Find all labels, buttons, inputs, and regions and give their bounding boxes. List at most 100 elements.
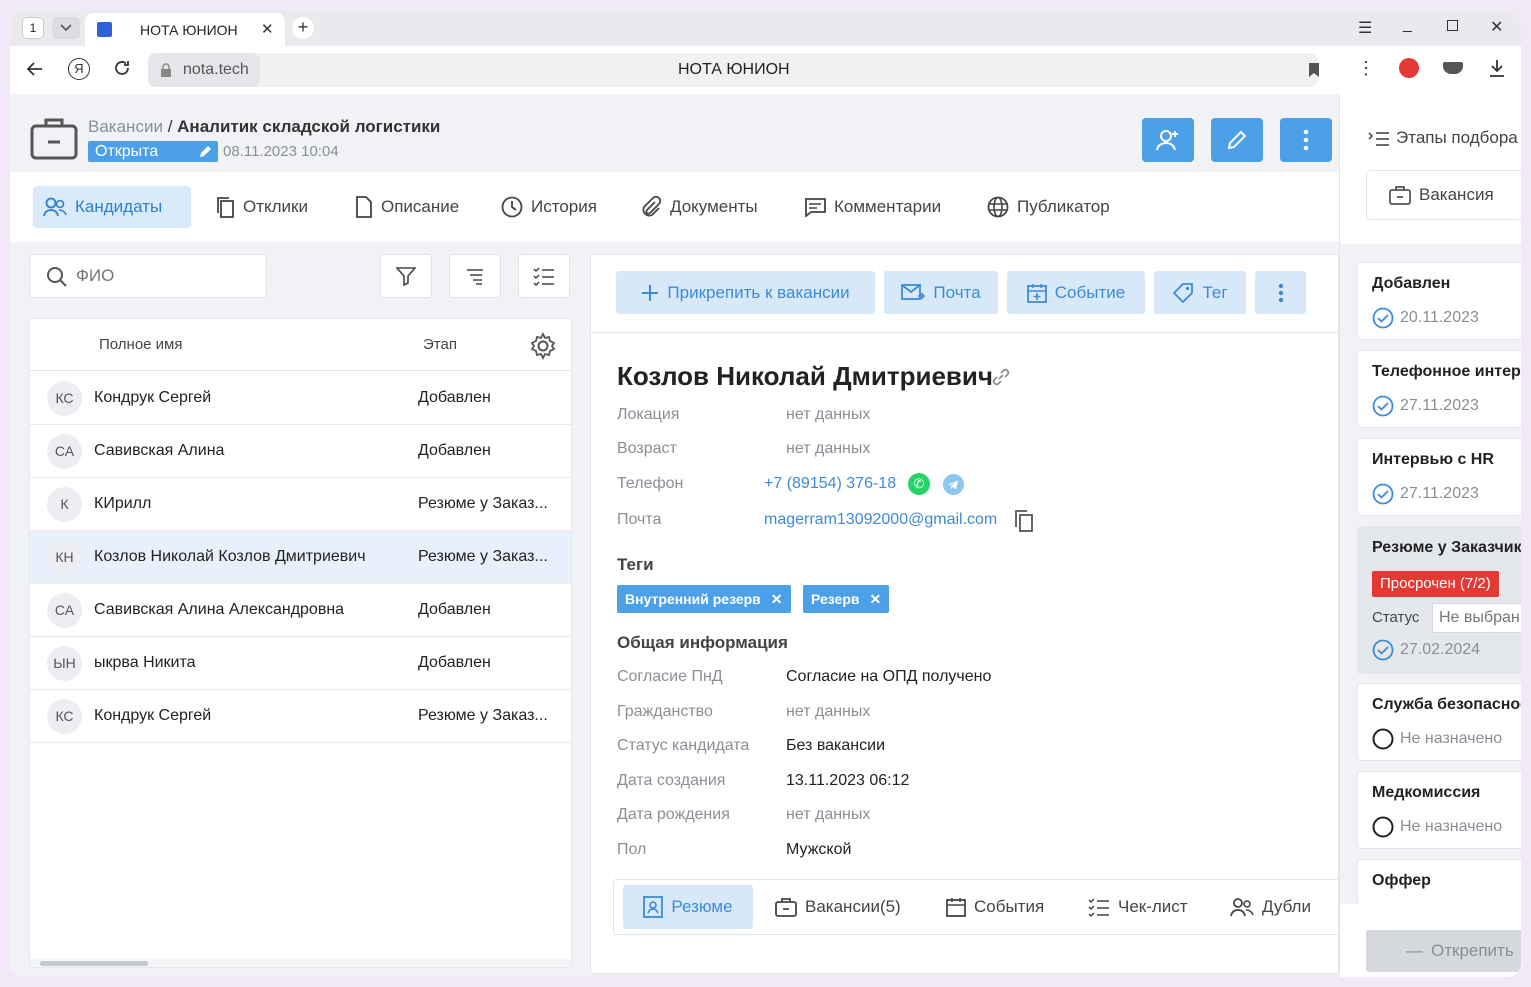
copy-icon[interactable] — [1014, 509, 1034, 533]
link-icon[interactable] — [990, 366, 1012, 388]
status-badge[interactable]: Открыта — [88, 141, 218, 162]
breadcrumb-separator: / — [167, 117, 173, 136]
stage-card[interactable]: Интервью с HR 27.11.2023 — [1357, 438, 1521, 516]
check-circle-icon — [1372, 395, 1394, 417]
phone-link[interactable]: +7 (89154) 376-18 — [764, 475, 896, 493]
more-candidate-actions-button[interactable] — [1255, 271, 1306, 314]
table-row-selected[interactable]: КН Козлов Николай Козлов Дмитриевич Резю… — [30, 531, 571, 584]
tab-close-icon[interactable]: ✕ — [261, 20, 274, 38]
breadcrumb-parent[interactable]: Вакансии — [88, 117, 163, 136]
stage-card[interactable]: Добавлен 20.11.2023 — [1357, 262, 1521, 340]
minimize-icon[interactable]: _ — [1403, 16, 1412, 34]
download-icon[interactable] — [1488, 58, 1506, 78]
sort-icon — [467, 269, 483, 285]
scrollbar-thumb[interactable] — [40, 961, 148, 966]
table-row[interactable]: К КИрилл Резюме у Заказ... — [30, 478, 571, 531]
button-label: Событие — [1054, 282, 1126, 302]
filter-button[interactable] — [380, 254, 432, 298]
stage-title: Добавлен — [1372, 275, 1451, 292]
back-arrow-icon[interactable] — [25, 59, 45, 79]
add-candidate-button[interactable] — [1142, 118, 1194, 162]
attach-to-vacancy-button[interactable]: Прикрепить к вакансии — [616, 271, 875, 314]
table-row[interactable]: КС Кондрук Сергей Добавлен — [30, 372, 571, 425]
stage-card-active[interactable]: Резюме у Заказчика Просрочен (7/2) Стату… — [1357, 526, 1521, 674]
new-tab-icon[interactable]: + — [292, 17, 314, 39]
tab-candidates[interactable]: Кандидаты — [33, 186, 191, 228]
more-actions-button[interactable] — [1280, 118, 1332, 162]
reload-icon[interactable] — [112, 58, 132, 78]
stage-card[interactable]: Служба безопаснос Не назначено — [1357, 683, 1521, 761]
tab-documents[interactable]: Документы — [630, 186, 768, 228]
whatsapp-icon[interactable]: ✆ — [908, 473, 930, 495]
checklist-button[interactable] — [518, 254, 570, 298]
event-button[interactable]: Событие — [1007, 271, 1145, 314]
candidate-name: Кондрук Сергей — [94, 707, 212, 724]
tab-resume[interactable]: Резюме — [623, 885, 753, 929]
tag-chip[interactable]: Резерв ✕ — [803, 585, 890, 613]
search-box — [29, 254, 267, 298]
button-label: Открепить — [1431, 941, 1514, 960]
browser-tab[interactable]: НОТА ЮНИОН ✕ — [85, 13, 285, 46]
tab-comments[interactable]: Комментарии — [794, 186, 951, 228]
detach-button[interactable]: — Открепить — [1366, 930, 1521, 972]
search-input[interactable] — [76, 264, 256, 288]
users-icon — [1230, 898, 1254, 917]
column-header-stage[interactable]: Этап — [423, 336, 457, 353]
more-vertical-icon[interactable]: ⋮ — [1357, 58, 1375, 79]
sort-button[interactable] — [449, 254, 501, 298]
tab-duplicates[interactable]: Дубли — [1230, 885, 1311, 929]
tab-label: Документы — [670, 197, 758, 216]
minus-icon: — — [1406, 941, 1423, 960]
stage-date: Не назначено — [1372, 728, 1502, 750]
candidate-name: ыкрва Никита — [94, 654, 196, 671]
column-header-name[interactable]: Полное имя — [99, 336, 183, 353]
extension-icon[interactable] — [1399, 58, 1419, 78]
stage-card[interactable]: Медкомиссия Не назначено — [1357, 771, 1521, 849]
horizontal-scrollbar[interactable] — [30, 959, 571, 967]
yandex-icon[interactable]: Я — [68, 58, 90, 80]
stage-status-select[interactable] — [1432, 603, 1521, 633]
stages-panel: Этапы подбора Вакансия Добавлен 20.11.20… — [1339, 94, 1521, 977]
calendar-icon — [946, 898, 966, 917]
tag-button[interactable]: Тег — [1154, 271, 1246, 314]
briefcase-icon — [775, 898, 797, 917]
page-title: Аналитик складской логистики — [177, 117, 441, 136]
tab-counter[interactable]: 1 — [22, 17, 44, 39]
telegram-icon[interactable] — [943, 474, 964, 495]
search-icon — [47, 267, 67, 287]
tab-events[interactable]: События — [946, 885, 1044, 929]
browser-menu-icon[interactable]: ☰ — [1358, 18, 1372, 38]
tab-publisher[interactable]: Публикатор — [977, 186, 1120, 228]
tab-history[interactable]: История — [491, 186, 607, 228]
table-row[interactable]: КС Кондрук Сергей Резюме у Заказ... — [30, 690, 571, 743]
tab-responses[interactable]: Отклики — [205, 186, 318, 228]
url-field[interactable]: nota.tech НОТА ЮНИОН — [148, 53, 1320, 87]
comment-icon — [805, 198, 826, 217]
tag-chip[interactable]: Внутренний резерв ✕ — [617, 585, 791, 613]
mail-button[interactable]: Почта — [884, 271, 998, 314]
location-value: нет данных — [786, 406, 871, 423]
tab-vacancy[interactable]: Вакансия — [1366, 170, 1521, 220]
protect-icon[interactable] — [1443, 62, 1463, 74]
bookmark-icon[interactable] — [1308, 62, 1320, 78]
stage-title: Служба безопаснос — [1372, 696, 1521, 713]
edit-vacancy-button[interactable] — [1211, 118, 1263, 162]
page-title-in-bar: НОТА ЮНИОН — [678, 61, 790, 78]
stage-card[interactable]: Телефонное интерв 27.11.2023 — [1357, 350, 1521, 428]
tab-label: Резюме — [671, 897, 733, 916]
tag-remove-icon[interactable]: ✕ — [771, 591, 783, 608]
tag-remove-icon[interactable]: ✕ — [870, 591, 882, 608]
email-link[interactable]: magerram13092000@gmail.com — [764, 511, 997, 529]
tab-checklist[interactable]: Чек-лист — [1088, 885, 1188, 929]
tag-label: Внутренний резерв — [625, 591, 761, 607]
gear-icon[interactable] — [529, 332, 557, 360]
restore-icon[interactable] — [1447, 20, 1458, 31]
table-row[interactable]: СА Савивская Алина Добавлен — [30, 425, 571, 478]
tabs-dropdown-icon[interactable] — [52, 17, 80, 39]
tab-vacancies[interactable]: Вакансии(5) — [775, 885, 901, 929]
table-row[interactable]: ЫН ыкрва Никита Добавлен — [30, 637, 571, 690]
stage-card[interactable]: Оффер — [1357, 859, 1521, 904]
table-row[interactable]: СА Савивская Алина Александровна Добавле… — [30, 584, 571, 637]
window-close-icon[interactable]: ✕ — [1490, 17, 1503, 37]
tab-description[interactable]: Описание — [345, 186, 469, 228]
